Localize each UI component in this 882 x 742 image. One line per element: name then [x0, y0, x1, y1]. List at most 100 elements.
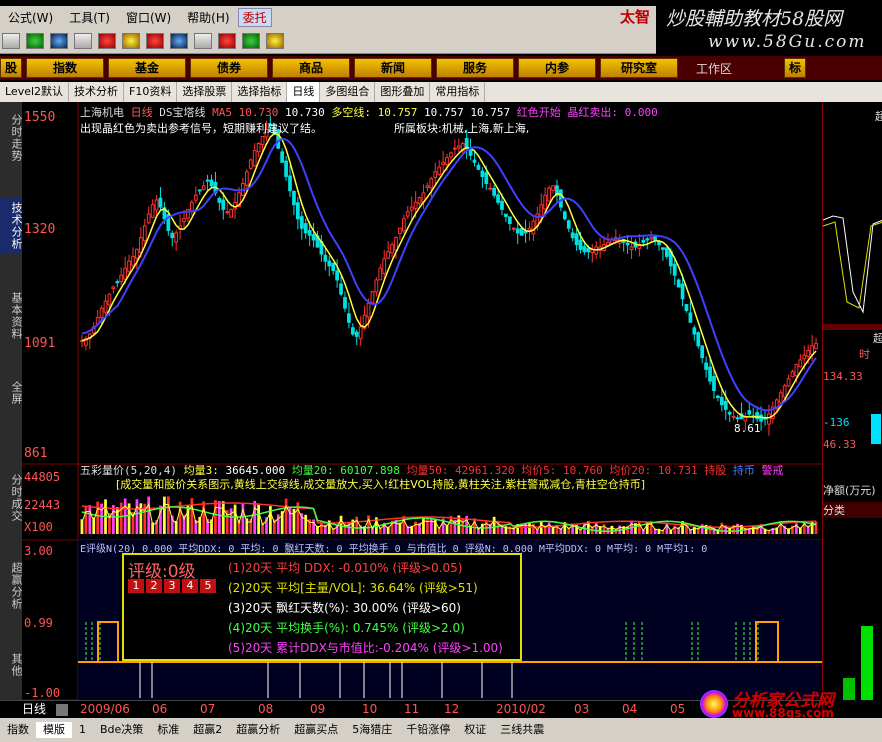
candle-body [127, 260, 131, 272]
tab-overlay[interactable]: 图形叠加 [375, 82, 431, 102]
search-icon[interactable] [170, 32, 188, 49]
tab-select-stock[interactable]: 选择股票 [177, 82, 233, 102]
tab-multi-chart[interactable]: 多图组合 [320, 82, 376, 102]
nav-commodity[interactable]: 商品 [272, 58, 350, 78]
menu-trade[interactable]: 委托 [237, 7, 272, 27]
candle-body [244, 171, 249, 186]
window-icon[interactable] [218, 32, 236, 49]
tab-select-indicator[interactable]: 选择指标 [232, 82, 288, 102]
candle-body [641, 239, 646, 243]
candle-body [519, 227, 524, 236]
volume-bar [84, 505, 88, 534]
bottom-tab-standard[interactable]: 标准 [150, 722, 186, 738]
candle-body [566, 220, 571, 229]
pen-icon[interactable] [146, 32, 164, 49]
candle-body [456, 145, 461, 149]
scroll-thumb[interactable] [56, 704, 68, 716]
date-label: 10 [362, 702, 378, 716]
price-y-label: 1091 [24, 336, 56, 351]
bottom-tab-limit-up[interactable]: 千铅涨停 [399, 722, 457, 738]
volume-bar [253, 500, 257, 534]
candle-body [445, 157, 449, 165]
candle-body [676, 279, 681, 288]
nav-news[interactable]: 新闻 [354, 58, 432, 78]
candle-body [123, 267, 128, 280]
nav-bond[interactable]: 债券 [190, 58, 268, 78]
candle-body [99, 307, 104, 319]
sidebar-item-other[interactable]: 其他 [0, 650, 23, 680]
menu-help[interactable]: 帮助(H) [179, 9, 237, 26]
bottom-tab-hunter[interactable]: 5海猎庄 [345, 722, 399, 738]
candle-body [453, 147, 457, 150]
tab-f10[interactable]: F10资料 [124, 82, 178, 102]
workzone-label[interactable]: 工作区 [696, 60, 732, 77]
print-icon[interactable] [194, 32, 212, 49]
bottom-tab-chaoying-analysis[interactable]: 超赢分析 [229, 722, 287, 738]
candle-body [292, 190, 296, 206]
candle-body [339, 283, 343, 295]
rating-line-3: (3)20天 飘红天数(%): 30.00% (评级>60) [228, 601, 461, 615]
bottom-tab-1[interactable]: 1 [72, 722, 93, 738]
candle-body [476, 164, 481, 170]
candle-body [719, 396, 724, 406]
menu-window[interactable]: 窗口(W) [118, 9, 179, 26]
period-indicator[interactable]: 日线 [22, 700, 46, 717]
rating-y-label: 3.00 [24, 544, 53, 558]
menu-formula[interactable]: 公式(W) [0, 9, 61, 26]
volume-bar [320, 523, 323, 534]
candle-body [284, 160, 288, 177]
chart-icon[interactable] [74, 32, 92, 49]
nav-service[interactable]: 服务 [436, 58, 514, 78]
candle-body [492, 187, 497, 196]
news-icon[interactable] [98, 32, 116, 49]
tab-level2[interactable]: Level2默认 [0, 82, 70, 102]
bottom-tab-template[interactable]: 模版 [36, 722, 72, 738]
alert-label: 警戒 [761, 464, 784, 477]
nav-insider[interactable]: 内参 [518, 58, 596, 78]
period-label: 日线 [130, 106, 153, 119]
menu-tools[interactable]: 工具(T) [61, 9, 118, 26]
rating-line-1: (1)20天 平均 DDX: -0.010% (评级>0.05) [228, 561, 463, 575]
binoculars-icon[interactable] [50, 32, 68, 49]
candle-body [197, 189, 202, 192]
flag-icon[interactable] [26, 32, 44, 49]
candle-body [782, 385, 787, 398]
volume-bar [429, 517, 433, 534]
help-icon[interactable] [266, 32, 284, 49]
candle-body [256, 143, 261, 153]
nav-stock[interactable]: 股 [0, 58, 22, 78]
sidebar-item-fullscreen[interactable]: 全屏 [0, 378, 23, 408]
sidebar-item-tech[interactable]: 技术分析 [0, 198, 23, 254]
new-window-icon[interactable] [2, 32, 20, 49]
sidebar-item-trades[interactable]: 分时成交 [0, 470, 23, 526]
books-icon[interactable] [242, 32, 260, 49]
left-sidebar: 分时走势 技术分析 基本资料 全屏 分时成交 超赢分析 其他 [0, 102, 23, 718]
candle-body [350, 327, 355, 335]
nav-index[interactable]: 指数 [26, 58, 104, 78]
candle-body [464, 138, 469, 149]
diamond-icon[interactable] [122, 32, 140, 49]
tab-common-indicator[interactable]: 常用指标 [430, 82, 486, 102]
date-label: 2009/06 [80, 702, 130, 716]
bottom-tab-chaoying2[interactable]: 超赢2 [186, 722, 229, 738]
nav-research[interactable]: 研究室 [600, 58, 678, 78]
volume-bar [532, 523, 535, 534]
bottom-tab-bde[interactable]: Bde决策 [93, 722, 150, 738]
bottom-tab-index[interactable]: 指数 [0, 722, 36, 738]
tab-daily[interactable]: 日线 [287, 82, 321, 102]
sidebar-item-timeshare[interactable]: 分时走势 [0, 110, 23, 166]
nav-right-tab[interactable]: 标 [784, 58, 807, 78]
nav-fund[interactable]: 基金 [108, 58, 186, 78]
bottom-tab-buy-point[interactable]: 超赢买点 [287, 722, 345, 738]
candle-body [562, 211, 567, 220]
sidebar-item-chaoying[interactable]: 超赢分析 [0, 558, 23, 614]
tab-tech-analysis[interactable]: 技术分析 [69, 82, 125, 102]
candle-body [653, 235, 657, 241]
extra-value: 10.757 [424, 106, 464, 119]
bottom-tab-warrant[interactable]: 权证 [457, 722, 493, 738]
volume-bar [492, 516, 496, 534]
volume-bar [233, 504, 237, 534]
indicator-name: DS宝塔线 [159, 106, 206, 119]
bottom-tab-three-lines[interactable]: 三线共震 [493, 722, 551, 738]
sidebar-item-fundamental[interactable]: 基本资料 [0, 288, 23, 344]
